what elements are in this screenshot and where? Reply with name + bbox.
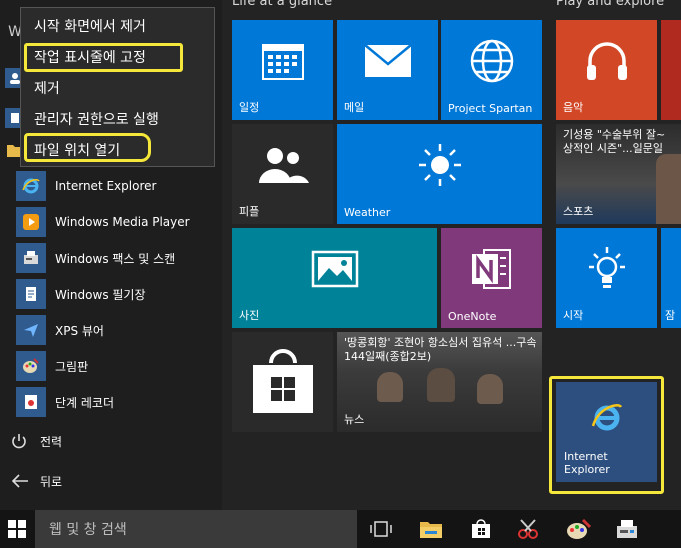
media-player-icon xyxy=(16,207,46,237)
fax-scan-icon xyxy=(617,520,637,538)
news-person-image xyxy=(377,372,403,402)
tile-label: 잠 xyxy=(665,309,676,322)
start-button[interactable] xyxy=(2,514,32,544)
news-headline: '땅콩회항' 조현아 항소심서 집유석 ...구속 144일째(종합2보) xyxy=(344,336,537,363)
sun-icon xyxy=(337,124,542,206)
store-icon xyxy=(472,519,490,538)
tile-label: 스포츠 xyxy=(563,205,594,218)
app-label: Windows 팩스 및 스캔 xyxy=(55,251,176,266)
highlight-ie-tile xyxy=(549,376,664,494)
fax-scan-icon xyxy=(16,243,46,273)
group-title-life: Life at a glance xyxy=(232,0,333,9)
app-item-media-player[interactable]: Windows Media Player xyxy=(16,206,216,238)
tile-news[interactable]: '땅콩회항' 조현아 항소심서 집유석 ...구속 144일째(종합2보) 뉴스 xyxy=(337,332,542,432)
back-label: 뒤로 xyxy=(40,474,63,489)
tile-label: 일정 xyxy=(239,101,260,114)
journal-icon xyxy=(16,279,46,309)
globe-icon xyxy=(441,20,542,102)
tile-label: 시작 xyxy=(563,309,584,322)
app-item-journal[interactable]: Windows 필기장 xyxy=(16,278,216,310)
tile-label: 뉴스 xyxy=(344,413,365,426)
group-title-play: Play and explore xyxy=(556,0,665,9)
app-label: XPS 뷰어 xyxy=(55,323,104,338)
tile-get-started[interactable]: 시작 xyxy=(556,228,657,328)
app-label: Windows 필기장 xyxy=(55,287,146,302)
people-icon xyxy=(232,124,333,206)
lightbulb-icon xyxy=(556,228,657,310)
tile-weather[interactable]: Weather xyxy=(337,124,542,224)
headphones-icon xyxy=(556,20,657,102)
app-item-paint[interactable]: 그림판 xyxy=(16,350,216,382)
app-label: Windows Media Player xyxy=(55,215,190,229)
power-button[interactable]: 전력 xyxy=(10,432,62,450)
app-item-fax-scan[interactable]: Windows 팩스 및 스캔 xyxy=(16,242,216,274)
news-person-image-3 xyxy=(477,374,503,404)
snipping-tool-button[interactable] xyxy=(514,514,544,544)
tile-label: Weather xyxy=(344,206,391,219)
paint-taskbar-button[interactable] xyxy=(564,514,594,544)
highlight-pin-taskbar xyxy=(24,43,183,72)
search-input[interactable]: 웹 및 창 검색 xyxy=(35,510,357,548)
fax-scan-taskbar-button[interactable] xyxy=(612,514,642,544)
tile-music[interactable]: 음악 xyxy=(556,20,657,120)
windows-logo-icon xyxy=(8,520,26,538)
app-label: 단계 레코더 xyxy=(55,395,115,410)
task-view-icon xyxy=(370,521,392,537)
store-taskbar-button[interactable] xyxy=(466,514,496,544)
start-menu: Life at a glance Play and explore W Inte… xyxy=(0,0,681,510)
app-label: 그림판 xyxy=(55,359,89,374)
menu-item-uninstall[interactable]: 제거 xyxy=(21,74,214,102)
sports-headline: 기성용 "수술부위 잘~ 상적인 시즌"...일문일 xyxy=(563,128,666,155)
power-icon xyxy=(12,434,26,449)
ie-icon xyxy=(16,171,46,201)
paint-icon xyxy=(567,518,592,539)
photo-icon xyxy=(232,228,437,310)
app-label: Internet Explorer xyxy=(55,179,157,193)
tile-people[interactable]: 피플 xyxy=(232,124,333,224)
calendar-icon xyxy=(232,20,333,102)
tile-store[interactable] xyxy=(232,332,333,432)
task-view-button[interactable] xyxy=(366,514,396,544)
highlight-open-file-location xyxy=(24,133,151,162)
folder-icon xyxy=(420,522,442,538)
tile-calendar[interactable]: 일정 xyxy=(232,20,333,120)
app-item-steps-recorder[interactable]: 단계 레코더 xyxy=(16,386,216,418)
tile-mail[interactable]: 메일 xyxy=(337,20,438,120)
tile-photos[interactable]: 사진 xyxy=(232,228,437,328)
tile-partial[interactable]: 잠 xyxy=(661,228,681,328)
xps-icon xyxy=(16,315,46,345)
tile-partial-video[interactable] xyxy=(661,20,681,120)
tile-label: 사진 xyxy=(239,309,260,322)
tile-sports[interactable]: 기성용 "수술부위 잘~ 상적인 시즌"...일문일 스포츠 xyxy=(556,124,681,224)
app-item-internet-explorer[interactable]: Internet Explorer xyxy=(16,170,216,202)
tile-label: Project Spartan xyxy=(448,102,533,115)
recorder-icon xyxy=(16,387,46,417)
tile-label: 피플 xyxy=(239,205,260,218)
scissors-icon xyxy=(518,519,538,539)
store-icon xyxy=(232,332,333,432)
back-button[interactable]: 뒤로 xyxy=(10,472,62,490)
app-item-xps-viewer[interactable]: XPS 뷰어 xyxy=(16,314,216,346)
onenote-icon xyxy=(441,228,542,310)
mail-icon xyxy=(337,20,438,102)
back-arrow-icon xyxy=(11,474,28,488)
sports-person-image xyxy=(656,154,681,224)
tile-label: 음악 xyxy=(563,101,584,114)
tile-label: 메일 xyxy=(344,101,365,114)
menu-item-unpin-start[interactable]: 시작 화면에서 제거 xyxy=(21,12,214,40)
paint-icon xyxy=(16,351,46,381)
power-label: 전력 xyxy=(40,434,63,449)
menu-item-run-as-admin[interactable]: 관리자 권한으로 실행 xyxy=(21,105,214,133)
tile-project-spartan[interactable]: Project Spartan xyxy=(441,20,542,120)
tile-label: OneNote xyxy=(448,310,497,323)
file-explorer-button[interactable] xyxy=(416,514,446,544)
taskbar: 웹 및 창 검색 xyxy=(0,510,681,548)
news-person-image-2 xyxy=(427,368,455,402)
tile-onenote[interactable]: OneNote xyxy=(441,228,542,328)
